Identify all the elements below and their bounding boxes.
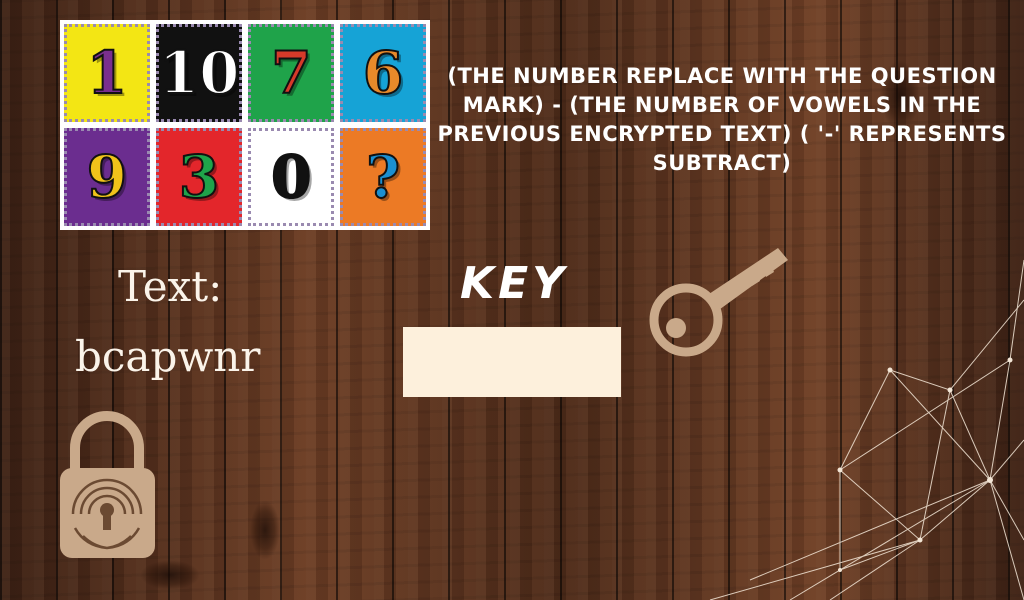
puzzle-tile-number: 6: [362, 39, 404, 107]
puzzle-tile-number: ?: [365, 143, 401, 211]
puzzle-tile: 7: [248, 24, 335, 122]
puzzle-tile-number: 0: [270, 143, 312, 211]
key-label: KEY: [460, 258, 569, 309]
puzzle-tile-number: 10: [158, 39, 241, 107]
puzzle-tile-number: 3: [178, 143, 220, 211]
puzzle-tile: 0: [248, 128, 335, 226]
puzzle-tile: ?: [340, 128, 426, 226]
puzzle-tile-number: 1: [86, 39, 128, 107]
padlock-icon: [60, 411, 155, 558]
puzzle-tile-number: 9: [86, 143, 128, 211]
puzzle-tile-number: 7: [270, 39, 312, 107]
puzzle-tile: 9: [64, 128, 150, 226]
number-puzzle-grid: 1 10 7 6 9 3 0?: [60, 20, 430, 230]
puzzle-tile: 1: [64, 24, 150, 122]
key-input[interactable]: [403, 327, 621, 397]
puzzle-tile: 10: [155, 24, 243, 122]
puzzle-tile: 6: [340, 24, 426, 122]
network-lines-decoration: [709, 259, 1024, 600]
text-label: Text:: [118, 262, 223, 311]
cipher-text: bcapwnr: [75, 332, 261, 381]
puzzle-tile: 3: [155, 128, 243, 226]
rule-text: (The number replace with the question ma…: [437, 64, 1007, 175]
